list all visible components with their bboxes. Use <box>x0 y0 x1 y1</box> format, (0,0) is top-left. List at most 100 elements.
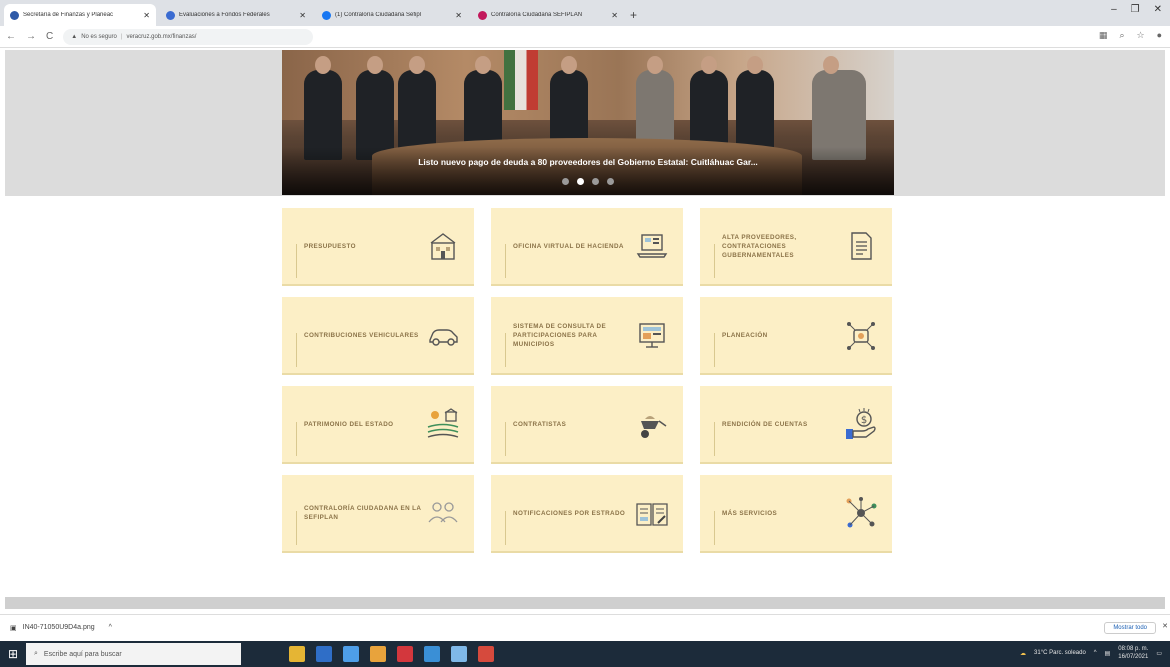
service-card[interactable]: PATRIMONIO DEL ESTADO <box>282 386 474 464</box>
hero-caption[interactable]: Listo nuevo pago de deuda a 80 proveedor… <box>282 157 894 167</box>
download-filename: IN40-71050U9D4a.png <box>22 624 95 631</box>
clock-date: 16/07/2021 <box>1118 654 1149 660</box>
document-list-icon <box>851 232 872 260</box>
hero-carousel[interactable]: Listo nuevo pago de deuda a 80 proveedor… <box>282 50 894 195</box>
carousel-dot[interactable] <box>607 178 614 185</box>
show-all-button[interactable]: Mostrar todo <box>1104 622 1156 634</box>
carousel-dot[interactable] <box>562 178 569 185</box>
close-tab-icon[interactable]: ✕ <box>455 11 462 20</box>
notifications-icon[interactable]: ▭ <box>1156 650 1162 657</box>
browser-tab[interactable]: Secretaría de Finanzas y Planeac ✕ <box>4 4 156 26</box>
service-card[interactable]: PLANEACIÓN <box>700 297 892 375</box>
service-card[interactable]: MÁS SERVICIOS <box>700 475 892 553</box>
apps-icon[interactable]: ▦ <box>1099 30 1108 41</box>
favicon-icon <box>10 10 19 20</box>
service-card[interactable]: CONTRIBUCIONES VEHICULARES <box>282 297 474 375</box>
search-placeholder: Escribe aquí para buscar <box>43 650 122 658</box>
service-card[interactable]: OFICINA VIRTUAL DE HACIENDA <box>491 208 683 286</box>
service-card[interactable]: CONTRATISTAS <box>491 386 683 464</box>
url-field[interactable]: ▲ No es seguro | veracruz.gob.mx/finanza… <box>63 28 314 45</box>
back-button[interactable]: ← <box>6 31 16 42</box>
service-card[interactable]: PRESUPUESTO <box>282 208 474 286</box>
browser-tab-strip: Secretaría de Finanzas y Planeac ✕ Evaluac… <box>0 0 1170 26</box>
service-card-label: PLANEACIÓN <box>722 331 768 339</box>
browser-tab[interactable]: (1) Contraloría Ciudadana Sefipl ✕ <box>316 4 468 26</box>
taskbar-apps <box>289 646 494 662</box>
star-icon[interactable]: ☆ <box>1136 30 1144 41</box>
service-card-label: RENDICIÓN DE CUENTAS <box>722 420 808 428</box>
download-bar: ▣ IN40-71050U9D4a.png ^ Mostrar todo ✕ <box>0 614 1170 640</box>
download-item[interactable]: ▣ IN40-71050U9D4a.png ^ <box>10 624 112 632</box>
browser-tab[interactable]: Evaluaciones a Fondos Federales ✕ <box>160 4 312 26</box>
windows-taskbar: ⊞ ⌕ Escribe aquí para buscar ☁ 31°C Parc… <box>0 641 1170 667</box>
warning-icon: ▲ <box>71 33 78 40</box>
virtual-office-laptop-icon <box>636 234 668 258</box>
reload-button[interactable]: C <box>46 31 53 42</box>
profile-icon[interactable]: ● <box>1157 30 1162 41</box>
extensions-area: ▦ ⌕ ☆ ● <box>1099 30 1162 41</box>
favicon-icon <box>478 10 487 20</box>
image-file-icon: ▣ <box>10 624 17 632</box>
new-tab-button[interactable]: + <box>630 4 637 26</box>
taskbar-app-icon[interactable] <box>397 646 413 662</box>
taskbar-app-icon[interactable] <box>343 646 359 662</box>
windows-start-icon[interactable]: ⊞ <box>0 641 26 667</box>
service-card[interactable]: ALTA PROVEEDORES, CONTRATACIONES GUBERNA… <box>700 208 892 286</box>
carousel-indicators <box>282 178 894 185</box>
close-tab-icon[interactable]: ✕ <box>143 11 150 20</box>
land-property-icon <box>427 408 459 438</box>
hand-money-icon: $ <box>846 408 876 439</box>
taskbar-app-icon[interactable] <box>424 646 440 662</box>
window-controls: – ❐ ✕ <box>1111 4 1162 15</box>
service-card[interactable]: SISTEMA DE CONSULTA DE PARTICIPACIONES P… <box>491 297 683 375</box>
people-group-icon <box>428 502 458 523</box>
taskbar-search-input[interactable]: ⌕ Escribe aquí para buscar <box>26 643 241 665</box>
taskbar-app-icon[interactable] <box>289 646 305 662</box>
tab-title: Evaluaciones a Fondos Federales <box>179 12 270 18</box>
nodes-icon <box>846 497 877 528</box>
close-tab-icon[interactable]: ✕ <box>299 11 306 20</box>
budget-building-icon <box>430 233 456 260</box>
taskbar-app-icon[interactable] <box>316 646 332 662</box>
footer-band <box>5 597 1165 609</box>
url-separator: | <box>120 33 123 40</box>
svg-text:$: $ <box>861 415 867 426</box>
service-card-label: OFICINA VIRTUAL DE HACIENDA <box>513 242 624 250</box>
forward-button[interactable]: → <box>26 31 36 42</box>
zoom-icon[interactable]: ⌕ <box>1119 30 1124 41</box>
carousel-dot[interactable] <box>577 178 584 185</box>
url-text: veracruz.gob.mx/finanzas/ <box>126 33 197 40</box>
tab-title: (1) Contraloría Ciudadana Sefipl <box>335 12 422 18</box>
service-card-label: CONTRATISTAS <box>513 420 567 428</box>
taskbar-app-icon[interactable] <box>451 646 467 662</box>
maximize-button[interactable]: ❐ <box>1131 4 1140 15</box>
service-card[interactable]: NOTIFICACIONES POR ESTRADO <box>491 475 683 553</box>
security-warning: No es seguro <box>81 33 117 40</box>
chevron-up-icon[interactable]: ^ <box>1094 650 1097 656</box>
service-card-label: PATRIMONIO DEL ESTADO <box>304 420 394 428</box>
favicon-icon <box>322 10 331 20</box>
tab-title: Contraloría Ciudadana SEFIPLAN <box>491 12 583 18</box>
carousel-dot[interactable] <box>592 178 599 185</box>
close-window-button[interactable]: ✕ <box>1154 4 1162 15</box>
system-tray: ☁ 31°C Parc. soleado ^ ▤ 08:08 p. m. 16/… <box>1020 645 1162 661</box>
weather-icon: ☁ <box>1020 650 1027 657</box>
weather-text[interactable]: 31°C Parc. soleado <box>1034 650 1086 656</box>
service-card-label: ALTA PROVEEDORES, CONTRATACIONES GUBERNA… <box>722 233 797 259</box>
network-icon[interactable]: ▤ <box>1105 650 1111 657</box>
monitor-icon <box>639 323 665 348</box>
service-card[interactable]: CONTRALORÍA CIUDADANA EN LA SEFIPLAN <box>282 475 474 553</box>
minimize-button[interactable]: – <box>1111 4 1117 15</box>
taskbar-app-icon[interactable] <box>370 646 386 662</box>
clock[interactable]: 08:08 p. m. 16/07/2021 <box>1118 645 1148 661</box>
close-tab-icon[interactable]: ✕ <box>611 11 618 20</box>
close-download-bar-button[interactable]: ✕ <box>1162 622 1168 630</box>
browser-tab[interactable]: Contraloría Ciudadana SEFIPLAN ✕ <box>472 4 624 26</box>
service-card-label: NOTIFICACIONES POR ESTRADO <box>513 509 626 517</box>
open-book-icon <box>636 503 668 526</box>
service-card-label: SISTEMA DE CONSULTA DE PARTICIPACIONES P… <box>513 322 607 348</box>
taskbar-app-icon[interactable] <box>478 646 494 662</box>
service-card[interactable]: RENDICIÓN DE CUENTAS $ <box>700 386 892 464</box>
tab-title: Secretaría de Finanzas y Planeac <box>23 12 114 18</box>
chevron-up-icon[interactable]: ^ <box>109 624 112 631</box>
